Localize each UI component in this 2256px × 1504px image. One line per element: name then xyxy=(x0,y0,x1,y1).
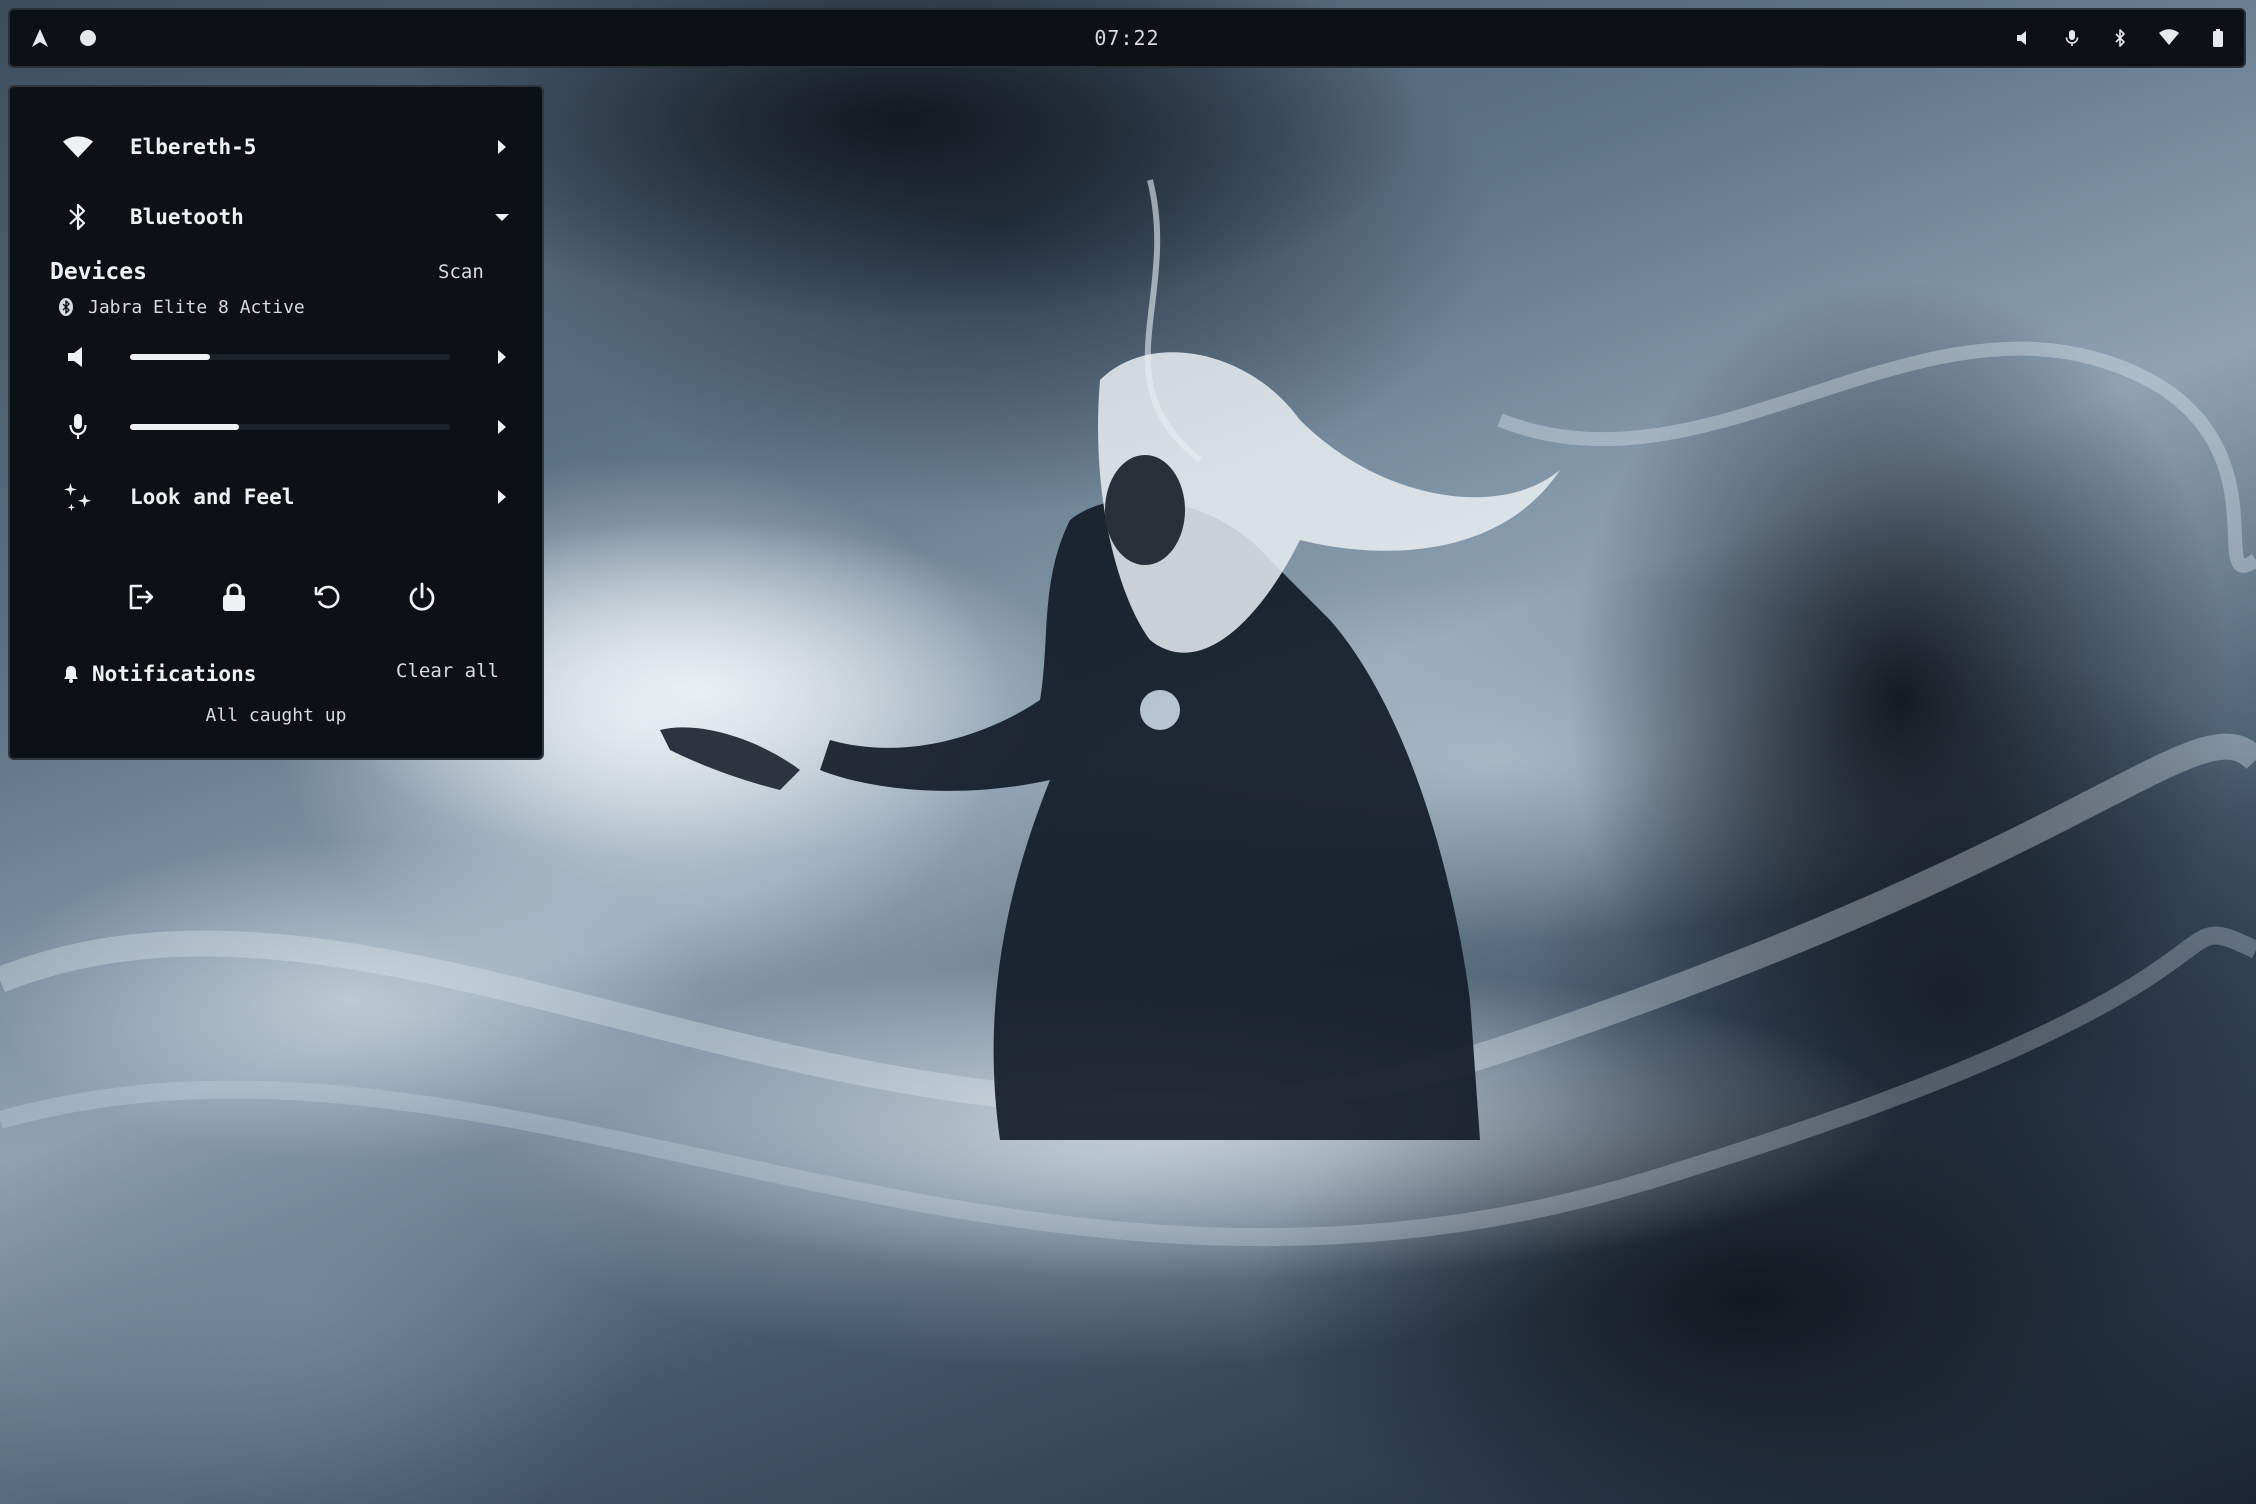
power-icon[interactable] xyxy=(402,577,442,617)
notifications-header: Notifications xyxy=(62,659,256,689)
microphone-icon[interactable] xyxy=(2062,28,2082,48)
volume-slider-fill xyxy=(130,354,210,360)
chevron-right-icon[interactable] xyxy=(490,135,514,159)
wifi-icon[interactable] xyxy=(2158,28,2180,48)
top-bar: 07:22 xyxy=(8,8,2246,68)
microphone-slider-fill xyxy=(130,424,239,430)
devices-header: Devices xyxy=(50,259,147,285)
wifi-icon xyxy=(62,131,94,163)
notifications-title: Notifications xyxy=(92,662,257,686)
look-and-feel-row[interactable]: Look and Feel xyxy=(10,467,542,527)
device-name: Jabra Elite 8 Active xyxy=(88,296,305,318)
chevron-right-icon[interactable] xyxy=(490,415,514,439)
wifi-row[interactable]: Elbereth-5 xyxy=(10,117,542,177)
volume-slider[interactable] xyxy=(130,354,450,360)
wifi-network-label: Elbereth-5 xyxy=(130,135,257,159)
logout-icon[interactable] xyxy=(120,577,160,617)
chevron-down-icon[interactable] xyxy=(490,205,514,229)
bluetooth-icon xyxy=(62,201,94,233)
look-and-feel-label: Look and Feel xyxy=(130,485,295,509)
arch-logo-icon[interactable] xyxy=(30,28,50,48)
bluetooth-icon[interactable] xyxy=(2110,28,2130,48)
microphone-slider[interactable] xyxy=(130,424,450,430)
scan-button[interactable]: Scan xyxy=(438,261,484,283)
chevron-right-icon[interactable] xyxy=(490,345,514,369)
bluetooth-device-icon xyxy=(59,298,73,316)
lock-icon[interactable] xyxy=(214,577,254,617)
bell-icon xyxy=(64,666,78,683)
restart-icon[interactable] xyxy=(308,577,348,617)
volume-icon[interactable] xyxy=(2014,28,2034,48)
bluetooth-device-item[interactable]: Jabra Elite 8 Active xyxy=(58,294,305,320)
notifications-empty-text: All caught up xyxy=(205,705,347,726)
session-actions xyxy=(10,567,542,627)
volume-row xyxy=(10,327,542,387)
microphone-icon[interactable] xyxy=(62,411,94,443)
quick-settings-panel: Elbereth-5 Bluetooth Devices Scan Jabra … xyxy=(8,85,544,760)
battery-icon[interactable] xyxy=(2208,28,2228,48)
bluetooth-label: Bluetooth xyxy=(130,205,244,229)
bluetooth-row[interactable]: Bluetooth xyxy=(10,187,542,247)
clock: 07:22 xyxy=(1094,26,1160,50)
chevron-right-icon[interactable] xyxy=(490,485,514,509)
microphone-row xyxy=(10,397,542,457)
volume-icon[interactable] xyxy=(62,341,94,373)
circle-indicator-icon[interactable] xyxy=(78,28,98,48)
clear-all-button[interactable]: Clear all xyxy=(396,660,499,682)
sparkles-icon xyxy=(62,481,94,513)
